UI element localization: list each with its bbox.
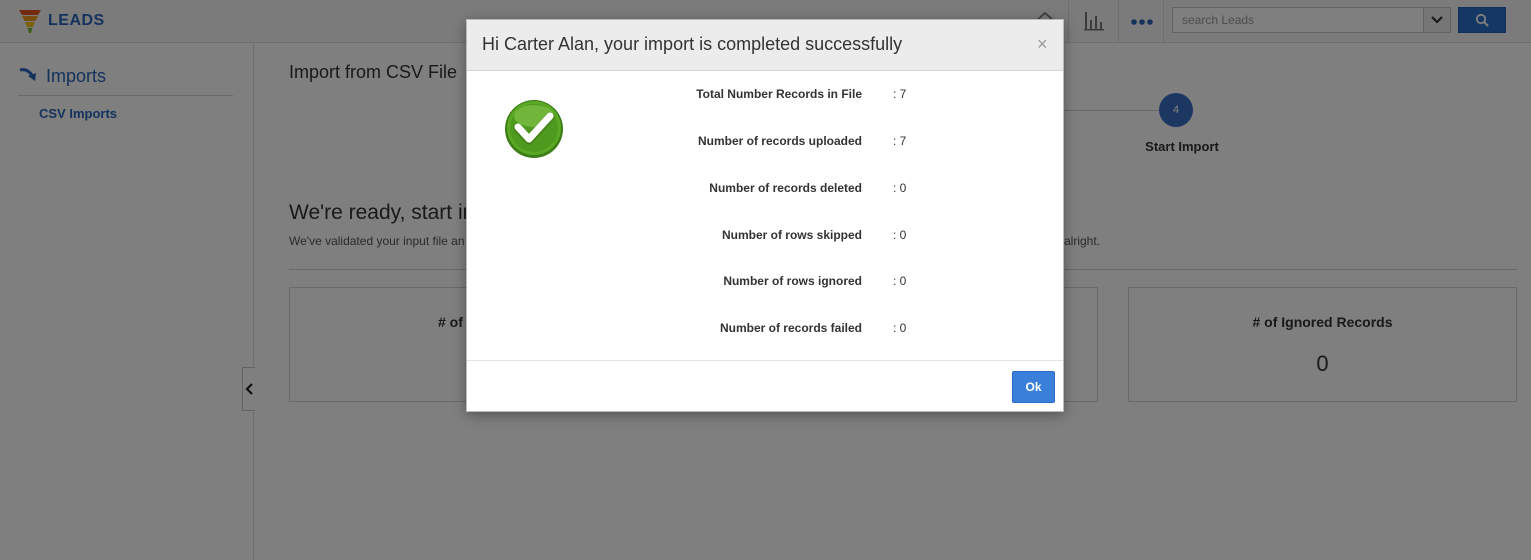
uploaded-records-label: Number of records uploaded bbox=[697, 134, 862, 148]
dialog-title: Hi Carter Alan, your import is completed… bbox=[482, 34, 903, 54]
import-complete-dialog: Hi Carter Alan, your import is completed… bbox=[466, 19, 1064, 412]
uploaded-records-value: : 7 bbox=[893, 134, 907, 148]
skipped-rows-label: Number of rows skipped bbox=[721, 228, 862, 242]
deleted-records-value: : 0 bbox=[893, 181, 907, 195]
check-circle-icon bbox=[505, 100, 563, 158]
failed-records-value: : 0 bbox=[893, 321, 907, 335]
ignored-rows-label: Number of rows ignored bbox=[723, 274, 862, 288]
close-button[interactable]: × bbox=[1037, 35, 1048, 53]
total-records-value: : 7 bbox=[893, 87, 907, 101]
skipped-rows-value: : 0 bbox=[893, 228, 907, 242]
ok-button[interactable]: Ok bbox=[1012, 371, 1055, 403]
failed-records-label: Number of records failed bbox=[719, 321, 862, 335]
dialog-header: Hi Carter Alan, your import is completed… bbox=[467, 20, 1063, 71]
dialog-footer-divider bbox=[467, 360, 1063, 361]
ignored-rows-value: : 0 bbox=[893, 274, 907, 288]
deleted-records-label: Number of records deleted bbox=[709, 181, 862, 195]
total-records-label: Total Number Records in File bbox=[696, 87, 862, 101]
